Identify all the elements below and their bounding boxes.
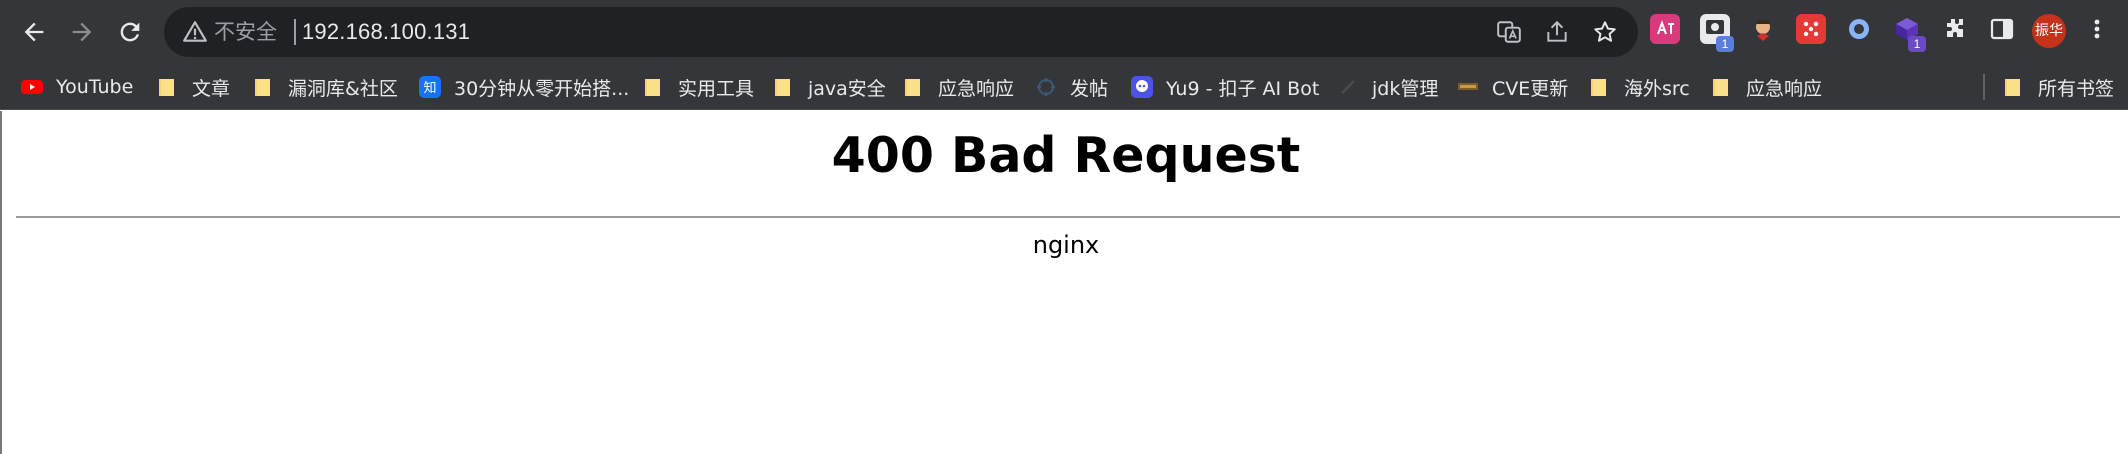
- bookmark-coze-bot[interactable]: Yu9 - 扣子 AI Bot: [1130, 64, 1319, 110]
- all-bookmarks-label: 所有书签: [2038, 77, 2115, 100]
- profile-avatar[interactable]: 振华: [2032, 14, 2066, 48]
- horizontal-rule: [16, 216, 2120, 218]
- site-icon: [1037, 78, 1055, 96]
- bookmark-label: 漏洞库&社区: [288, 77, 398, 100]
- bookmark-label: CVE更新: [1492, 77, 1569, 100]
- bookmark-label: Yu9 - 扣子 AI Bot: [1166, 77, 1320, 100]
- extension-translate-icon[interactable]: [1650, 14, 1680, 44]
- url-text[interactable]: 192.168.100.131: [302, 7, 470, 57]
- folder-icon: [905, 79, 920, 96]
- server-name: nginx: [1032, 231, 1100, 259]
- browser-toolbar: 不安全 192.168.100.131 1 1 振华: [0, 0, 2128, 64]
- bookmark-jdk[interactable]: jdk管理: [1336, 64, 1438, 110]
- bookmark-label: 海外src: [1624, 77, 1690, 100]
- page-title: 400 Bad Request: [831, 127, 1301, 184]
- address-separator: [294, 19, 296, 45]
- bookmark-cve[interactable]: CVE更新: [1456, 64, 1568, 110]
- bookmark-label: 文章: [192, 77, 231, 100]
- bookmark-label: jdk管理: [1372, 77, 1439, 100]
- address-bar[interactable]: 不安全 192.168.100.131: [164, 7, 1638, 57]
- bookmark-zhihu[interactable]: 知 30分钟从零开始搭...: [418, 64, 629, 110]
- folder-icon: [1713, 79, 1728, 96]
- svg-text:知: 知: [423, 80, 436, 96]
- folder-icon: [159, 79, 174, 96]
- bookmark-youtube[interactable]: YouTube: [20, 64, 133, 110]
- bookmark-folder-tools[interactable]: 实用工具: [642, 64, 754, 110]
- bookmark-label: 发帖: [1070, 77, 1109, 100]
- extension-ring-icon[interactable]: [1844, 14, 1874, 44]
- share-icon[interactable]: [1544, 19, 1570, 45]
- bookmark-folder-vuln[interactable]: 漏洞库&社区: [252, 64, 398, 110]
- site-icon: [1341, 80, 1355, 94]
- arrow-left-icon: [24, 22, 44, 42]
- translate-icon[interactable]: [1496, 19, 1522, 45]
- all-bookmarks-button[interactable]: 所有书签: [2002, 64, 2114, 110]
- menu-kebab-icon[interactable]: [2082, 14, 2112, 44]
- back-button[interactable]: [12, 10, 56, 54]
- bookmark-folder-java[interactable]: java安全: [772, 64, 886, 110]
- extensions-puzzle-icon[interactable]: [1940, 14, 1970, 44]
- bookmark-folder-src[interactable]: 海外src: [1588, 64, 1690, 110]
- folder-icon: [2005, 79, 2020, 96]
- page-viewport: 400 Bad Request nginx: [0, 111, 2128, 454]
- folder-icon: [645, 79, 660, 96]
- bookmark-star-icon[interactable]: [1592, 19, 1618, 45]
- warning-icon[interactable]: [182, 19, 208, 45]
- bookmark-label: YouTube: [56, 76, 134, 98]
- zhihu-icon: 知: [419, 76, 441, 98]
- bookmark-post[interactable]: 发帖: [1034, 64, 1108, 110]
- folder-icon: [775, 79, 790, 96]
- extension-superman-icon[interactable]: [1748, 14, 1778, 44]
- forward-button[interactable]: [60, 10, 104, 54]
- bookmark-label: 应急响应: [1746, 77, 1823, 100]
- bookmarks-separator: [1983, 74, 1985, 100]
- bookmark-folder-incident-2[interactable]: 应急响应: [1710, 64, 1822, 110]
- side-panel-icon[interactable]: [1987, 14, 2017, 44]
- arrow-right-icon: [72, 22, 92, 42]
- bookmark-label: 应急响应: [938, 77, 1015, 100]
- bookmark-label: 30分钟从零开始搭...: [454, 77, 630, 100]
- bookmark-label: java安全: [808, 77, 886, 100]
- bookmark-label: 实用工具: [678, 77, 755, 100]
- extension-badge: 1: [1716, 36, 1734, 52]
- reload-icon: [120, 22, 140, 42]
- bookmark-folder-incident[interactable]: 应急响应: [902, 64, 1014, 110]
- bot-icon: [1131, 76, 1153, 98]
- bookmark-folder-articles[interactable]: 文章: [156, 64, 230, 110]
- security-status-label[interactable]: 不安全: [214, 7, 277, 57]
- extension-dice-icon[interactable]: [1796, 14, 1826, 44]
- folder-icon: [1591, 79, 1606, 96]
- reload-button[interactable]: [108, 10, 152, 54]
- youtube-icon: [21, 80, 43, 94]
- folder-icon: [255, 79, 270, 96]
- cve-icon: [1458, 83, 1478, 90]
- extension-badge: 1: [1908, 36, 1926, 52]
- bookmarks-bar: YouTube 文章 漏洞库&社区 知 30分钟从零开始搭... 实用工具 ja…: [0, 64, 2128, 110]
